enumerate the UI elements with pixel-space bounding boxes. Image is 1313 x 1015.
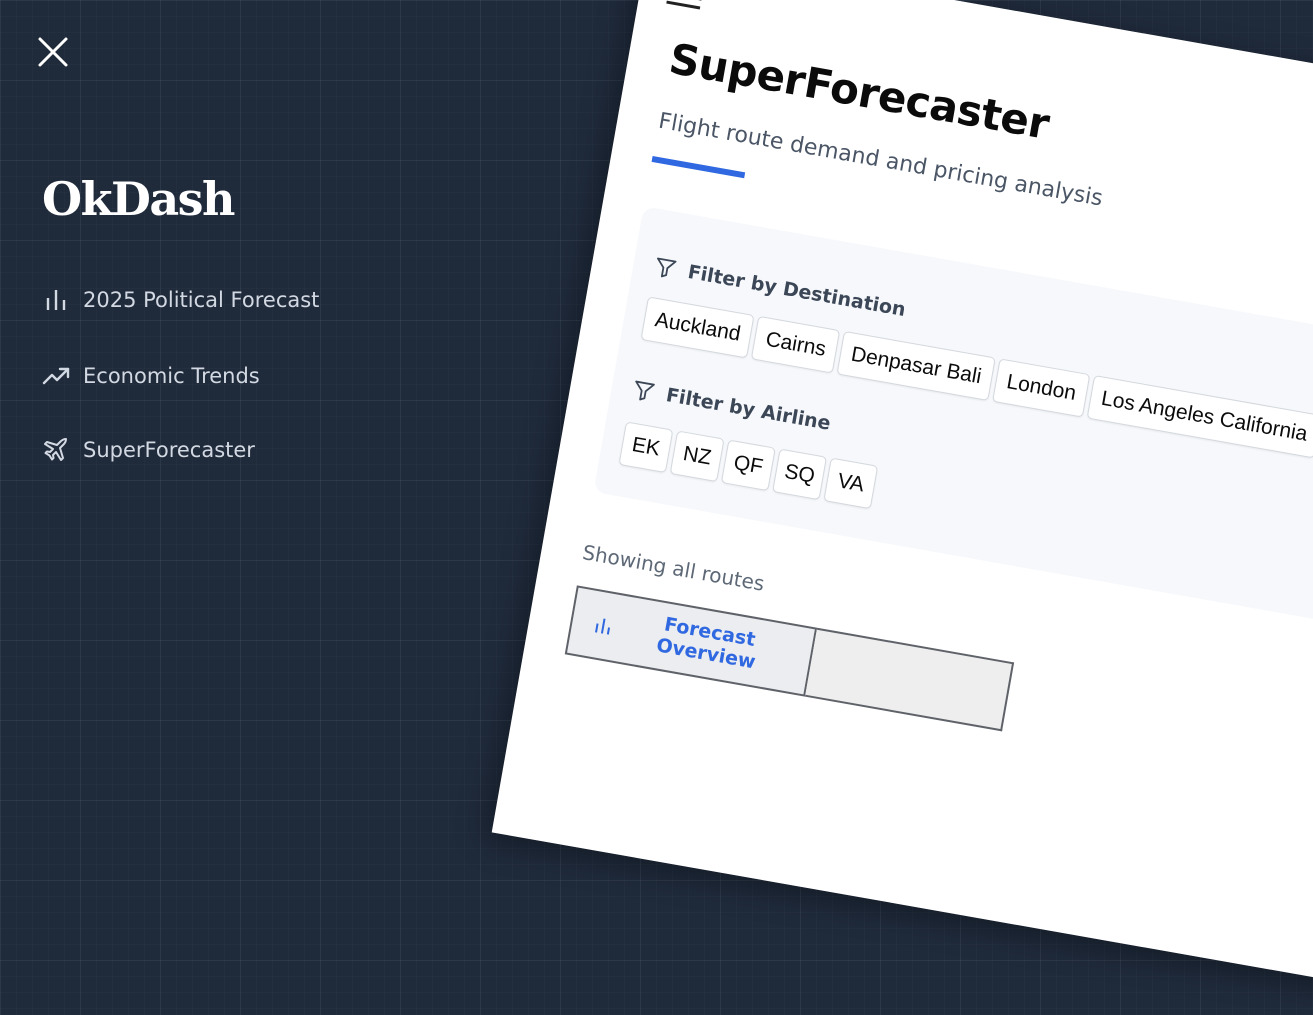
destination-chip-auckland[interactable]: Auckland [640,296,755,359]
destination-chip-group: Auckland Cairns Denpasar Bali London Los… [640,296,1313,459]
airline-chip-qf[interactable]: QF [720,439,776,492]
trending-up-icon [42,362,70,390]
status-text: Showing all routes [580,540,767,596]
plane-icon [42,436,70,464]
bar-chart-icon [42,286,70,314]
airline-chip-group: EK NZ QF SQ VA [618,421,882,510]
hamburger-menu-icon[interactable] [664,0,706,12]
title-underline [651,155,746,179]
tab-next[interactable] [805,627,1015,732]
sidebar-item-superforecaster[interactable]: SuperForecaster [42,436,255,464]
bar-chart-icon [591,613,616,638]
sidebar-item-political-forecast[interactable]: 2025 Political Forecast [42,286,319,314]
brand-logo: OkDash [42,172,235,226]
tab-bar: Forecast Overview [564,585,1015,732]
filter-icon [651,254,679,282]
filter-panel: Filter by Destination Auckland Cairns De… [593,206,1313,664]
airline-chip-sq[interactable]: SQ [772,448,828,501]
tab-forecast-overview[interactable]: Forecast Overview [564,585,818,697]
close-icon [38,37,68,67]
app-preview-card: SuperForecaster Flight route demand and … [491,0,1313,1015]
tab-label: Forecast Overview [654,613,758,674]
airline-chip-va[interactable]: VA [823,457,879,510]
sidebar-item-label: Economic Trends [83,364,260,388]
airline-filter-label: Filter by Airline [664,384,833,435]
destination-chip-denpasar-bali[interactable]: Denpasar Bali [836,330,996,401]
airline-chip-nz[interactable]: NZ [669,430,725,483]
close-button[interactable] [36,35,70,69]
sidebar-item-label: SuperForecaster [83,438,255,462]
destination-chip-cairns[interactable]: Cairns [751,315,841,374]
destination-chip-los-angeles-california[interactable]: Los Angeles California [1086,375,1313,459]
airline-chip-ek[interactable]: EK [618,421,674,474]
destination-chip-london[interactable]: London [992,358,1091,418]
sidebar-item-label: 2025 Political Forecast [83,288,320,312]
filter-icon [630,377,658,405]
sidebar-item-economic-trends[interactable]: Economic Trends [42,362,260,390]
